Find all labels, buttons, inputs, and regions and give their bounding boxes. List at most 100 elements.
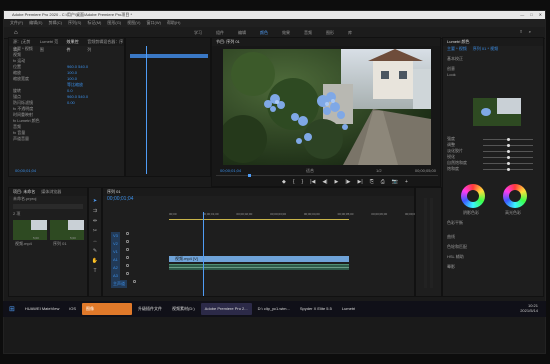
track-label[interactable]: V2 (111, 240, 120, 248)
effect-row-value[interactable]: 0.00 (67, 100, 75, 106)
look-preview-thumbnail[interactable] (473, 98, 521, 126)
lumetri-slider[interactable] (483, 162, 533, 165)
menu-item[interactable]: 序列(S) (68, 19, 81, 27)
lumetri-slider[interactable] (483, 138, 533, 141)
tab-media-browser[interactable]: 媒体浏览器 (41, 188, 61, 196)
audio-clip[interactable] (169, 264, 349, 270)
lumetri-slider[interactable] (483, 168, 533, 171)
menu-item[interactable]: 视图(V) (127, 19, 140, 27)
video-clip[interactable]: 视频.mp4 [V] (169, 256, 349, 262)
taskbar-item[interactable]: D:\ clip_yc1.wim... (254, 303, 294, 315)
hand-tool-icon[interactable]: ✋ (92, 258, 98, 264)
program-scrub-bar[interactable] (216, 174, 438, 177)
share-icon[interactable]: ⇪ (519, 29, 522, 34)
lumetri-slider[interactable] (483, 156, 533, 159)
menu-item[interactable]: 文件(F) (10, 19, 23, 27)
track-lock-icon[interactable] (125, 232, 129, 235)
timeline-timecode[interactable]: 00;00;01;04 (103, 196, 414, 202)
track-header[interactable]: A3 (107, 272, 167, 280)
lumetri-section[interactable]: HSL 辅助 (443, 254, 464, 260)
tab-effect-controls[interactable]: 效果控件 (67, 38, 82, 52)
start-icon[interactable]: ⊞ (9, 305, 15, 313)
track-header[interactable]: 主声道 (107, 280, 167, 288)
track-label[interactable]: 主声道 (111, 280, 127, 288)
lumetri-section[interactable]: 基本校正 (443, 56, 543, 62)
menu-item[interactable]: 编辑(E) (29, 19, 42, 27)
menu-item[interactable]: 标记(M) (87, 19, 101, 27)
track-header[interactable]: V1 (107, 248, 167, 256)
track-header[interactable]: A1 (107, 256, 167, 264)
ripple-edit-icon[interactable]: ⇹ (93, 218, 97, 224)
transport-button-icon[interactable]: |▶ (345, 179, 350, 185)
transport-button-icon[interactable]: ⎘ (370, 179, 374, 185)
lumetri-tab[interactable]: 主要 * 视频 (447, 46, 467, 52)
transport-button-icon[interactable]: } (302, 179, 304, 185)
transport-button-icon[interactable]: ▶ (335, 179, 339, 185)
type-tool-icon[interactable]: T (93, 268, 96, 274)
program-playhead[interactable] (248, 174, 251, 177)
slider-knob[interactable] (507, 138, 510, 141)
timeline-ruler[interactable]: 00;00 00;00;01;00 00;00;02;00 00;00;03;00 00… (169, 212, 421, 218)
close-icon[interactable]: ✕ (539, 11, 542, 19)
tab-lumetri-scopes[interactable]: Lumetri 范围 (40, 38, 61, 52)
quality-dropdown[interactable]: 1/2 (372, 168, 382, 174)
taskbar-item[interactable]: iOS (65, 303, 80, 315)
lumetri-section[interactable]: 晕影 (443, 264, 455, 270)
home-icon[interactable]: ⌂ (14, 30, 18, 36)
transport-button-icon[interactable]: ⎙ (381, 179, 385, 185)
lumetri-section[interactable]: 曲线 (443, 234, 455, 240)
taskbar-item[interactable]: Lumetri (338, 303, 359, 315)
taskbar-item[interactable]: Spyder X Elite 5.5 (296, 303, 336, 315)
taskbar-item[interactable]: HUAWEI MateView (21, 303, 63, 315)
lumetri-slider[interactable] (483, 144, 533, 147)
slider-knob[interactable] (507, 162, 510, 165)
taskbar-item[interactable]: 升级插件文件 (134, 303, 166, 315)
transport-button-icon[interactable]: 📷 (392, 179, 398, 185)
minimize-icon[interactable]: — (520, 11, 524, 19)
slip-tool-icon[interactable]: ↔ (93, 238, 98, 244)
taskbar-item[interactable]: 视频素材(D:) (168, 303, 199, 315)
menu-item[interactable]: 图形(G) (107, 19, 121, 27)
track-header[interactable]: V3 (107, 232, 167, 240)
transport-button-icon[interactable]: ◀| (322, 179, 327, 185)
menu-item[interactable]: 剪辑(C) (48, 19, 62, 27)
shadow-tint-wheel[interactable] (461, 184, 485, 208)
lumetri-slider[interactable] (483, 150, 533, 153)
track-lock-icon[interactable] (125, 248, 129, 251)
slider-knob[interactable] (507, 168, 510, 171)
program-timecode[interactable]: 00;00;01;04 (216, 168, 241, 174)
track-label[interactable]: V1 (111, 248, 120, 256)
menu-item[interactable]: 窗口(W) (146, 19, 160, 27)
taskbar-clock[interactable]: 10:21 2021/5/14 (520, 303, 538, 313)
track-label[interactable]: A3 (111, 272, 120, 280)
transport-button-icon[interactable]: |◀ (310, 179, 315, 185)
slider-knob[interactable] (507, 156, 510, 159)
slider-knob[interactable] (507, 150, 510, 153)
project-search-input[interactable] (13, 204, 83, 209)
track-lock-icon[interactable] (125, 256, 129, 259)
playhead-line[interactable] (146, 46, 147, 174)
taskbar-item-active[interactable]: 图像 (82, 303, 132, 315)
selection-tool-icon[interactable]: ➤ (93, 198, 97, 204)
track-lock-icon[interactable] (125, 272, 129, 275)
track-header[interactable]: V2 (107, 240, 167, 248)
track-select-icon[interactable]: ⇉ (93, 208, 97, 214)
track-lock-icon[interactable] (133, 280, 136, 283)
transport-button-icon[interactable]: + (405, 179, 408, 185)
tab-project[interactable]: 项目: 未命名 (13, 188, 35, 196)
highlight-tint-wheel[interactable] (503, 184, 527, 208)
tab-audio-mixer[interactable]: 音频剪辑混合器：序列 (87, 38, 124, 52)
lumetri-section[interactable]: 色轮和匹配 (443, 244, 467, 250)
timeline-playhead[interactable] (202, 212, 204, 296)
tab-source[interactable]: 源：(无剪辑) (13, 38, 34, 52)
work-area-bar[interactable] (169, 219, 349, 220)
track-header[interactable]: A2 (107, 264, 167, 272)
transport-button-icon[interactable]: ◆ (282, 179, 286, 185)
tab-program[interactable]: 节目: 序列 01 (216, 38, 240, 46)
fit-dropdown[interactable]: 适合 (302, 168, 314, 174)
track-lock-icon[interactable] (125, 264, 129, 267)
track-lock-icon[interactable] (125, 240, 129, 243)
track-label[interactable]: A2 (111, 264, 120, 272)
tab-sequence[interactable]: 序列 01 (107, 188, 121, 196)
taskbar-item[interactable]: Adobe Premiere Pro 2... (200, 303, 252, 315)
